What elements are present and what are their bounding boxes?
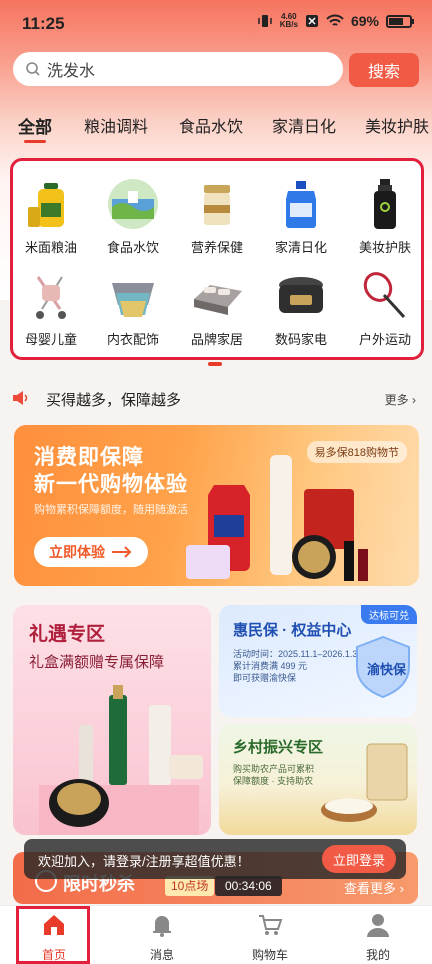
nav-messages[interactable]: 消息 xyxy=(108,906,216,964)
category-item[interactable]: 母婴儿童 xyxy=(11,263,91,353)
banner-cta-button[interactable]: 立即体验 xyxy=(34,537,148,567)
tab-household[interactable]: 家清日化 xyxy=(272,113,336,137)
oil-bottle-icon xyxy=(24,177,78,231)
tab-food-drink[interactable]: 食品水饮 xyxy=(179,113,243,137)
underwear-icon xyxy=(106,269,160,323)
arrow-right-icon xyxy=(112,546,132,558)
status-bar: 11:25 4.60 KB/s 69% xyxy=(0,0,432,46)
benefit-badge: 达标可兑 xyxy=(361,605,417,624)
category-grid: 米面粮油 食品水饮 营养保健 家清日化 美妆护肤 母婴儿童 内衣配饰 品牌家居 … xyxy=(10,158,424,360)
gift-zone-title: 礼遇专区 xyxy=(29,624,106,645)
speaker-icon xyxy=(13,391,28,405)
wifi-icon xyxy=(326,14,344,26)
detergent-bottle-icon xyxy=(274,177,328,231)
login-prompt-text: 欢迎加入，请登录/注册享超值优惠！ xyxy=(38,854,250,869)
benefit-title: 惠民保 · 权益中心 xyxy=(233,622,352,639)
benefit-stamp: 渝快保 xyxy=(367,662,407,677)
nav-cart[interactable]: 购物车 xyxy=(216,906,324,964)
tab-all[interactable]: 全部 xyxy=(18,113,52,138)
nav-profile[interactable]: 我的 xyxy=(324,906,432,964)
category-item[interactable]: 家清日化 xyxy=(261,171,341,261)
banner-title-2: 新一代购物体验 xyxy=(34,473,188,496)
promo-banner[interactable]: 消费即保障 新一代购物体验 购物累积保障额度，随用随激活 立即体验 易多保818… xyxy=(14,425,419,586)
flash-sale-more-link[interactable]: 查看更多 › xyxy=(344,878,404,897)
banner-subtitle: 购物累积保障额度，随用随激活 xyxy=(34,504,188,516)
category-item[interactable]: 食品水饮 xyxy=(93,171,173,261)
gift-zone-subtitle: 礼盒满额赠专属保障 xyxy=(29,654,165,671)
category-item[interactable]: 米面粮油 xyxy=(11,171,91,261)
login-prompt-toast: 欢迎加入，请登录/注册享超值优惠！ 立即登录 xyxy=(24,839,406,879)
rice-products-illustration xyxy=(321,743,408,822)
category-item[interactable]: 美妆护肤 xyxy=(345,171,425,261)
tab-beauty[interactable]: 美妆护肤 xyxy=(365,113,429,137)
category-item[interactable]: 营养保健 xyxy=(177,171,257,261)
search-button[interactable]: 搜索 xyxy=(349,53,419,87)
guarantee-notice[interactable]: 买得越多，保障越多 更多 › xyxy=(0,382,432,414)
battery-percent: 69% xyxy=(350,13,379,29)
nav-home-highlight xyxy=(16,906,90,964)
bell-icon xyxy=(153,916,171,937)
search-icon xyxy=(26,62,40,76)
tab-active-indicator xyxy=(24,140,46,143)
nfc-icon xyxy=(305,15,318,27)
net-speed: 4.60 KB/s xyxy=(279,12,298,29)
user-icon xyxy=(367,914,389,937)
tab-grain-oil[interactable]: 粮油调料 xyxy=(84,113,148,137)
food-drink-icon xyxy=(106,177,160,231)
flash-sale-session: 10点场 xyxy=(165,876,215,896)
status-time: 11:25 xyxy=(22,14,65,33)
supplement-can-icon xyxy=(190,177,244,231)
banner-products-illustration xyxy=(186,455,368,581)
cart-icon xyxy=(259,915,283,935)
guarantee-text: 买得越多，保障越多 xyxy=(46,392,182,409)
bedding-icon xyxy=(190,269,244,323)
rice-cooker-icon xyxy=(274,269,328,323)
bottom-nav: 首页 消息 购物车 我的 xyxy=(0,905,432,964)
category-item[interactable]: 内衣配饰 xyxy=(93,263,173,353)
stroller-icon xyxy=(24,269,78,323)
rural-title: 乡村振兴专区 xyxy=(233,739,324,756)
badminton-racket-icon xyxy=(358,269,412,323)
login-button[interactable]: 立即登录 xyxy=(322,845,396,873)
battery-icon xyxy=(386,14,414,28)
search-query: 洗发水 xyxy=(47,63,96,80)
gift-zone-card[interactable]: 礼遇专区 礼盒满额赠专属保障 xyxy=(13,605,211,835)
flash-sale-timer: 00:34:06 xyxy=(215,876,282,896)
page-indicator xyxy=(208,362,222,366)
category-item[interactable]: 品牌家居 xyxy=(177,263,257,353)
category-item[interactable]: 户外运动 xyxy=(345,263,425,353)
skincare-bottle-icon xyxy=(358,177,412,231)
gift-products-illustration xyxy=(39,685,203,835)
rural-revival-card[interactable]: 乡村振兴专区 购买助农产品可累积 保障额度 · 支持助农 xyxy=(219,724,417,835)
benefit-center-card[interactable]: 达标可兑 惠民保 · 权益中心 活动时间：2025.11.1–2026.1.31… xyxy=(219,605,417,717)
banner-title-1: 消费即保障 xyxy=(34,446,144,469)
vibrate-icon xyxy=(257,15,272,27)
category-item[interactable]: 数码家电 xyxy=(261,263,341,353)
search-input[interactable]: 洗发水 xyxy=(13,52,343,86)
category-tabs: 全部 粮油调料 食品水饮 家清日化 美妆护肤 xyxy=(0,113,432,143)
guarantee-more-link[interactable]: 更多 › xyxy=(385,391,416,408)
